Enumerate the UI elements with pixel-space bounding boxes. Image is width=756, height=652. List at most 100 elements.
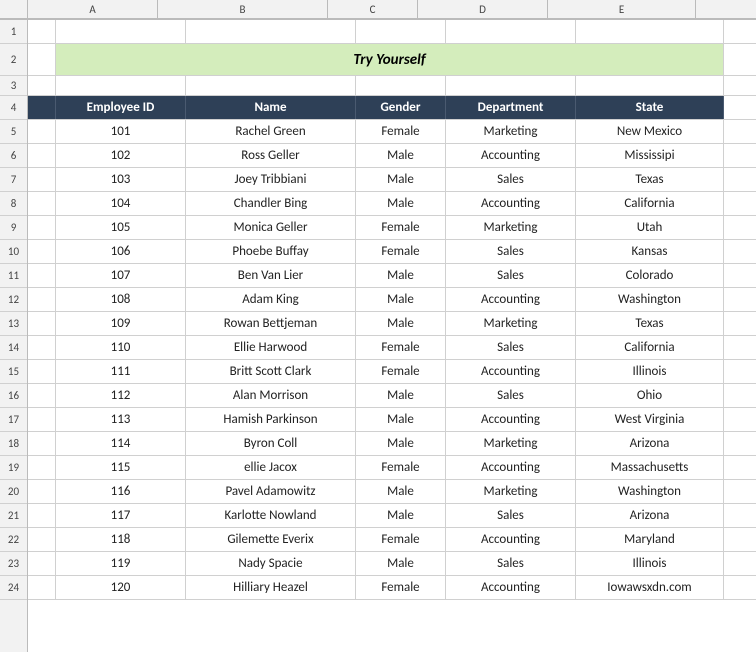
- data-cell-r17-c0[interactable]: [28, 408, 56, 431]
- data-cell-r23-c4[interactable]: Sales: [446, 552, 576, 575]
- data-cell-r14-c3[interactable]: Female: [356, 336, 446, 359]
- data-cell-r13-c2[interactable]: Rowan Bettjeman: [186, 312, 356, 335]
- data-cell-r24-c2[interactable]: Hilliary Heazel: [186, 576, 356, 599]
- data-cell-r9-c0[interactable]: [28, 216, 56, 239]
- data-cell-r18-c3[interactable]: Male: [356, 432, 446, 455]
- data-cell-r24-c1[interactable]: 120: [56, 576, 186, 599]
- data-cell-r6-c1[interactable]: 102: [56, 144, 186, 167]
- data-cell-r20-c1[interactable]: 116: [56, 480, 186, 503]
- data-cell-r24-c0[interactable]: [28, 576, 56, 599]
- data-cell-r20-c0[interactable]: [28, 480, 56, 503]
- data-cell-r7-c4[interactable]: Sales: [446, 168, 576, 191]
- data-cell-r10-c1[interactable]: 106: [56, 240, 186, 263]
- data-cell-r14-c1[interactable]: 110: [56, 336, 186, 359]
- data-cell-r8-c4[interactable]: Accounting: [446, 192, 576, 215]
- data-cell-r12-c4[interactable]: Accounting: [446, 288, 576, 311]
- data-cell-r19-c2[interactable]: ellie Jacox: [186, 456, 356, 479]
- data-cell-r19-c0[interactable]: [28, 456, 56, 479]
- data-cell-r19-c3[interactable]: Female: [356, 456, 446, 479]
- data-cell-r18-c0[interactable]: [28, 432, 56, 455]
- data-cell-r9-c4[interactable]: Marketing: [446, 216, 576, 239]
- data-cell-r22-c5[interactable]: Maryland: [576, 528, 724, 551]
- data-cell-r21-c2[interactable]: Karlotte Nowland: [186, 504, 356, 527]
- data-cell-r6-c2[interactable]: Ross Geller: [186, 144, 356, 167]
- data-cell-r11-c3[interactable]: Male: [356, 264, 446, 287]
- data-cell-r15-c2[interactable]: Britt Scott Clark: [186, 360, 356, 383]
- data-cell-r12-c0[interactable]: [28, 288, 56, 311]
- data-cell-r15-c0[interactable]: [28, 360, 56, 383]
- data-cell-r14-c5[interactable]: California: [576, 336, 724, 359]
- data-cell-r11-c1[interactable]: 107: [56, 264, 186, 287]
- data-cell-r17-c3[interactable]: Male: [356, 408, 446, 431]
- data-cell-r20-c2[interactable]: Pavel Adamowitz: [186, 480, 356, 503]
- data-cell-r6-c4[interactable]: Accounting: [446, 144, 576, 167]
- data-cell-r15-c3[interactable]: Female: [356, 360, 446, 383]
- data-cell-r13-c1[interactable]: 109: [56, 312, 186, 335]
- data-cell-r22-c4[interactable]: Accounting: [446, 528, 576, 551]
- data-cell-r8-c5[interactable]: California: [576, 192, 724, 215]
- data-cell-r14-c0[interactable]: [28, 336, 56, 359]
- data-cell-r10-c2[interactable]: Phoebe Buffay: [186, 240, 356, 263]
- data-cell-r7-c1[interactable]: 103: [56, 168, 186, 191]
- data-cell-r17-c4[interactable]: Accounting: [446, 408, 576, 431]
- data-cell-r22-c2[interactable]: Gilemette Everix: [186, 528, 356, 551]
- data-cell-r17-c2[interactable]: Hamish Parkinson: [186, 408, 356, 431]
- data-cell-r20-c5[interactable]: Washington: [576, 480, 724, 503]
- data-cell-r9-c3[interactable]: Female: [356, 216, 446, 239]
- data-cell-r16-c1[interactable]: 112: [56, 384, 186, 407]
- data-cell-r16-c3[interactable]: Male: [356, 384, 446, 407]
- data-cell-r6-c5[interactable]: Mississipi: [576, 144, 724, 167]
- data-cell-r11-c2[interactable]: Ben Van Lier: [186, 264, 356, 287]
- data-cell-r7-c0[interactable]: [28, 168, 56, 191]
- data-cell-r16-c4[interactable]: Sales: [446, 384, 576, 407]
- data-cell-r19-c5[interactable]: Massachusetts: [576, 456, 724, 479]
- data-cell-r19-c1[interactable]: 115: [56, 456, 186, 479]
- data-cell-r18-c4[interactable]: Marketing: [446, 432, 576, 455]
- data-cell-r22-c0[interactable]: [28, 528, 56, 551]
- data-cell-r21-c3[interactable]: Male: [356, 504, 446, 527]
- data-cell-r16-c5[interactable]: Ohio: [576, 384, 724, 407]
- data-cell-r7-c2[interactable]: Joey Tribbiani: [186, 168, 356, 191]
- data-cell-r24-c4[interactable]: Accounting: [446, 576, 576, 599]
- data-cell-r8-c1[interactable]: 104: [56, 192, 186, 215]
- data-cell-r11-c0[interactable]: [28, 264, 56, 287]
- data-cell-r21-c4[interactable]: Sales: [446, 504, 576, 527]
- data-cell-r16-c2[interactable]: Alan Morrison: [186, 384, 356, 407]
- data-cell-r21-c0[interactable]: [28, 504, 56, 527]
- data-cell-r8-c3[interactable]: Male: [356, 192, 446, 215]
- data-cell-r18-c2[interactable]: Byron Coll: [186, 432, 356, 455]
- data-cell-r23-c3[interactable]: Male: [356, 552, 446, 575]
- data-cell-r17-c1[interactable]: 113: [56, 408, 186, 431]
- data-cell-r8-c0[interactable]: [28, 192, 56, 215]
- data-cell-r7-c5[interactable]: Texas: [576, 168, 724, 191]
- data-cell-r14-c2[interactable]: Ellie Harwood: [186, 336, 356, 359]
- data-cell-r13-c3[interactable]: Male: [356, 312, 446, 335]
- data-cell-r23-c5[interactable]: Illinois: [576, 552, 724, 575]
- data-cell-r7-c3[interactable]: Male: [356, 168, 446, 191]
- data-cell-r6-c3[interactable]: Male: [356, 144, 446, 167]
- data-cell-r12-c3[interactable]: Male: [356, 288, 446, 311]
- data-cell-r10-c4[interactable]: Sales: [446, 240, 576, 263]
- data-cell-r14-c4[interactable]: Sales: [446, 336, 576, 359]
- data-cell-r22-c3[interactable]: Female: [356, 528, 446, 551]
- data-cell-r20-c3[interactable]: Male: [356, 480, 446, 503]
- data-cell-r23-c1[interactable]: 119: [56, 552, 186, 575]
- data-cell-r8-c2[interactable]: Chandler Bing: [186, 192, 356, 215]
- data-cell-r12-c2[interactable]: Adam King: [186, 288, 356, 311]
- data-cell-r13-c4[interactable]: Marketing: [446, 312, 576, 335]
- data-cell-r11-c5[interactable]: Colorado: [576, 264, 724, 287]
- data-cell-r5-c3[interactable]: Female: [356, 120, 446, 143]
- data-cell-r5-c5[interactable]: New Mexico: [576, 120, 724, 143]
- data-cell-r13-c5[interactable]: Texas: [576, 312, 724, 335]
- data-cell-r23-c0[interactable]: [28, 552, 56, 575]
- data-cell-r13-c0[interactable]: [28, 312, 56, 335]
- data-cell-r20-c4[interactable]: Marketing: [446, 480, 576, 503]
- data-cell-r10-c3[interactable]: Female: [356, 240, 446, 263]
- data-cell-r12-c1[interactable]: 108: [56, 288, 186, 311]
- data-cell-r12-c5[interactable]: Washington: [576, 288, 724, 311]
- data-cell-r5-c4[interactable]: Marketing: [446, 120, 576, 143]
- data-cell-r10-c5[interactable]: Kansas: [576, 240, 724, 263]
- data-cell-r19-c4[interactable]: Accounting: [446, 456, 576, 479]
- data-cell-r16-c0[interactable]: [28, 384, 56, 407]
- data-cell-r24-c5[interactable]: Iowawsxdn.com: [576, 576, 724, 599]
